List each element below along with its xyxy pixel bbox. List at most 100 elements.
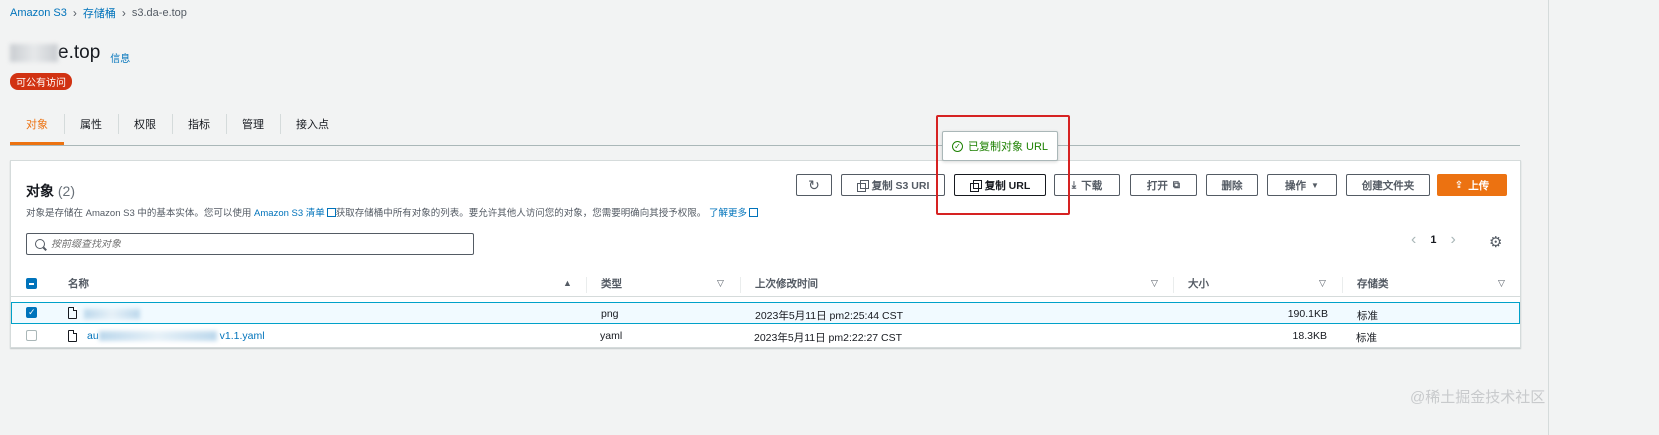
- create-folder-label: 创建文件夹: [1361, 179, 1415, 192]
- column-divider: [1173, 277, 1174, 293]
- external-link-icon: [748, 208, 758, 217]
- redacted-object-name: [98, 331, 217, 342]
- objects-panel: 对象 (2) 对象是存储在 Amazon S3 中的基本实体。您可以使用 Ama…: [10, 160, 1521, 348]
- download-button[interactable]: ⤓ 下载: [1054, 174, 1120, 196]
- table-row[interactable]: au v1.1.yaml yaml 2023年5月11日 pm2:22:27 C…: [11, 325, 1520, 347]
- inventory-link[interactable]: Amazon S3 清单: [254, 208, 325, 219]
- tab-metrics[interactable]: 指标: [172, 110, 226, 145]
- caret-down-icon: ▼: [1311, 180, 1319, 190]
- upload-button[interactable]: ⇪ 上传: [1437, 174, 1507, 196]
- sort-icon[interactable]: ▽: [1498, 278, 1505, 289]
- redacted-object-name: [84, 309, 140, 320]
- select-all-checkbox[interactable]: [26, 278, 37, 289]
- delete-label: 删除: [1221, 179, 1243, 192]
- panel-description: 对象是存储在 Amazon S3 中的基本实体。您可以使用 Amazon S3 …: [26, 205, 758, 219]
- object-last-modified: 2023年5月11日 pm2:22:27 CST: [754, 332, 903, 344]
- tab-management[interactable]: 管理: [226, 110, 280, 145]
- gear-icon[interactable]: ⚙: [1489, 233, 1502, 251]
- page-title: e.top 信息: [10, 42, 130, 65]
- external-link-icon: [326, 208, 336, 217]
- breadcrumb: Amazon S3 › 存储桶 › s3.da-e.top: [10, 5, 187, 21]
- description-text: 对象是存储在 Amazon S3 中的基本实体。您可以使用: [26, 208, 252, 219]
- copy-s3-uri-label: 复制 S3 URI: [871, 179, 930, 192]
- info-link[interactable]: 信息: [110, 50, 130, 65]
- learn-more-link[interactable]: 了解更多: [709, 208, 747, 219]
- object-storage-class: 标准: [1356, 332, 1377, 344]
- bucket-name: e.top: [58, 42, 101, 63]
- refresh-button[interactable]: ↻: [796, 174, 832, 196]
- table-header: 名称 ▲ 类型 ▽ 上次修改时间 ▽ 大小 ▽ 存储类 ▽: [11, 271, 1520, 297]
- row-checkbox[interactable]: [26, 330, 37, 341]
- watermark: @稀土掘金技术社区: [1410, 389, 1546, 406]
- tab-bar: 对象 属性 权限 指标 管理 接入点: [10, 110, 1520, 146]
- object-type: png: [601, 308, 619, 320]
- copy-icon: [856, 180, 869, 192]
- external-link-icon: ⧉: [1172, 179, 1181, 191]
- object-storage-class: 标准: [1357, 310, 1378, 322]
- pagination: ‹ 1 ›: [1411, 231, 1456, 249]
- redacted-bucket-prefix: [10, 44, 58, 62]
- download-label: 下载: [1081, 179, 1103, 192]
- object-name-link[interactable]: [84, 308, 140, 320]
- side-panel-divider: [1548, 0, 1549, 435]
- refresh-icon: ↻: [808, 176, 820, 193]
- column-divider: [586, 277, 587, 293]
- column-header-storage-class[interactable]: 存储类: [1357, 276, 1389, 291]
- object-size: 190.1KB: [1287, 308, 1328, 320]
- object-name-suffix: v1.1.yaml: [219, 330, 265, 342]
- column-header-name[interactable]: 名称: [68, 276, 89, 291]
- breadcrumb-buckets[interactable]: 存储桶: [83, 5, 116, 21]
- chevron-right-icon: ›: [72, 6, 77, 20]
- chevron-right-icon[interactable]: ›: [1450, 231, 1455, 249]
- description-text: 获取存储桶中所有对象的列表。要允许其他人访问您的对象，您需要明确向其授予权限。: [335, 208, 707, 219]
- check-circle-icon: ✓: [951, 140, 963, 152]
- object-last-modified: 2023年5月11日 pm2:25:44 CST: [755, 310, 904, 322]
- column-header-size[interactable]: 大小: [1188, 276, 1209, 291]
- panel-title: 对象 (2): [26, 181, 75, 201]
- current-page[interactable]: 1: [1430, 234, 1436, 246]
- object-count: (2): [57, 183, 76, 199]
- upload-label: 上传: [1468, 179, 1490, 192]
- upload-icon: ⇪: [1454, 179, 1464, 191]
- breadcrumb-amazon-s3[interactable]: Amazon S3: [10, 7, 67, 19]
- object-name-link[interactable]: au v1.1.yaml: [87, 330, 265, 342]
- search-field[interactable]: [26, 233, 474, 255]
- object-size: 18.3KB: [1292, 330, 1327, 342]
- open-label: 打开: [1146, 179, 1168, 192]
- actions-label: 操作: [1285, 179, 1307, 192]
- panel-title-text: 对象: [26, 183, 54, 199]
- column-divider: [1342, 277, 1343, 293]
- tab-access-points[interactable]: 接入点: [280, 110, 345, 145]
- table-row[interactable]: png 2023年5月11日 pm2:25:44 CST 190.1KB 标准: [11, 302, 1520, 324]
- sort-ascending-icon[interactable]: ▲: [563, 278, 572, 288]
- tooltip-text: 已复制对象 URL: [967, 141, 1049, 153]
- tab-permissions[interactable]: 权限: [118, 110, 172, 145]
- chevron-right-icon: ›: [121, 6, 126, 20]
- create-folder-button[interactable]: 创建文件夹: [1346, 174, 1430, 196]
- copy-s3-uri-button[interactable]: 复制 S3 URI: [841, 174, 945, 196]
- column-header-last-modified[interactable]: 上次修改时间: [755, 276, 818, 291]
- column-header-type[interactable]: 类型: [601, 276, 622, 291]
- public-access-badge: 可公有访问: [10, 73, 72, 90]
- file-icon: [68, 307, 77, 319]
- file-icon: [68, 330, 77, 342]
- object-name-prefix: au: [87, 330, 99, 342]
- search-input[interactable]: [51, 238, 473, 250]
- sort-icon[interactable]: ▽: [1319, 278, 1326, 289]
- actions-dropdown[interactable]: 操作 ▼: [1267, 174, 1337, 196]
- tab-properties[interactable]: 属性: [64, 110, 118, 145]
- sort-icon[interactable]: ▽: [717, 278, 724, 289]
- copied-url-tooltip: ✓ 已复制对象 URL: [942, 131, 1058, 161]
- object-type: yaml: [600, 330, 623, 342]
- open-button[interactable]: 打开 ⧉: [1130, 174, 1197, 196]
- chevron-left-icon[interactable]: ‹: [1411, 231, 1416, 249]
- sort-icon[interactable]: ▽: [1151, 278, 1158, 289]
- row-checkbox[interactable]: [26, 307, 37, 318]
- breadcrumb-current: s3.da-e.top: [131, 7, 187, 19]
- copy-url-button[interactable]: 复制 URL: [954, 174, 1046, 196]
- tab-objects[interactable]: 对象: [10, 110, 64, 145]
- delete-button[interactable]: 删除: [1206, 174, 1258, 196]
- download-icon: ⤓: [1071, 179, 1077, 191]
- search-icon: [35, 239, 45, 249]
- column-divider: [740, 277, 741, 293]
